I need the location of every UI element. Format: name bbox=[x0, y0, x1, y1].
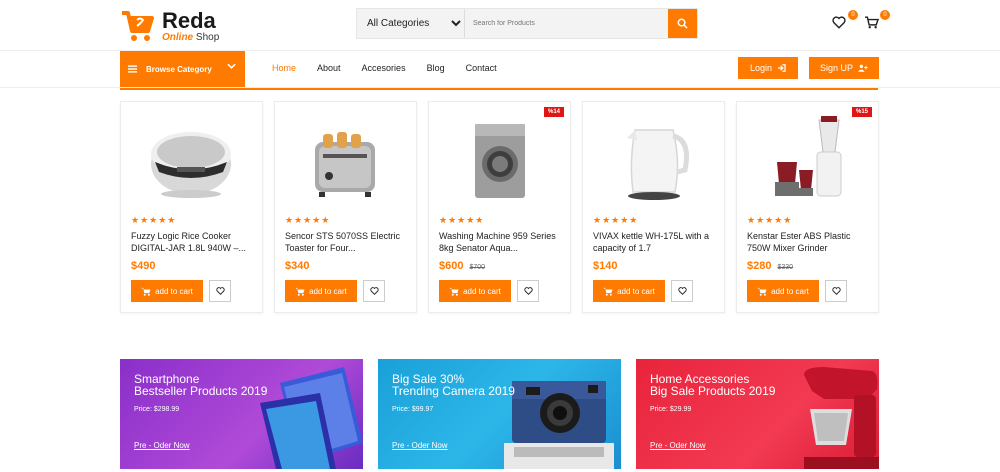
nav-link-blog[interactable]: Blog bbox=[427, 63, 445, 73]
product-name[interactable]: Washing Machine 959 Series 8kg Senator A… bbox=[439, 230, 564, 254]
banner-order-link[interactable]: Pre - Oder Now bbox=[650, 441, 706, 450]
add-to-cart-button[interactable]: add to cart bbox=[747, 280, 819, 302]
product-card[interactable]: ★★★★★ VIVAX kettle WH-175L with a capaci… bbox=[582, 101, 725, 313]
cart-logo-icon bbox=[120, 9, 156, 43]
product-name[interactable]: Fuzzy Logic Rice Cooker DIGITAL-JAR 1.8L… bbox=[131, 230, 256, 254]
banner-order-link[interactable]: Pre - Oder Now bbox=[392, 441, 448, 450]
product-card[interactable]: %15 ★★★★★ Kenstar Ester ABS Plastic 750W… bbox=[736, 101, 879, 313]
product-image bbox=[475, 124, 525, 198]
browse-category-label: Browse Category bbox=[146, 64, 212, 74]
add-to-cart-button[interactable]: add to cart bbox=[593, 280, 665, 302]
cart-icon bbox=[141, 287, 151, 296]
cart-icon bbox=[449, 287, 459, 296]
rating-stars: ★★★★★ bbox=[131, 215, 177, 225]
banner-price: Price: $298.99 bbox=[134, 406, 180, 413]
product-card[interactable]: ★★★★★ Sencor STS 5070SS Electric Toaster… bbox=[274, 101, 417, 313]
product-image bbox=[151, 132, 231, 198]
add-user-icon bbox=[858, 64, 868, 72]
add-to-cart-label: add to cart bbox=[309, 286, 347, 296]
wishlist-add-button[interactable] bbox=[517, 280, 539, 302]
signup-label: Sign UP bbox=[819, 63, 854, 73]
rating-stars: ★★★★★ bbox=[593, 215, 639, 225]
product-card[interactable]: ★★★★★ Fuzzy Logic Rice Cooker DIGITAL-JA… bbox=[120, 101, 263, 313]
product-name[interactable]: Kenstar Ester ABS Plastic 750W Mixer Gri… bbox=[747, 230, 872, 254]
search-icon bbox=[677, 18, 688, 29]
banner-title: Big Sale 30% Trending Camera 2019 bbox=[392, 372, 515, 398]
nav-link-home[interactable]: Home bbox=[272, 63, 296, 73]
heart-icon bbox=[677, 287, 687, 295]
banner-price: Price: $99.97 bbox=[392, 406, 434, 413]
wishlist-count-badge: 0 bbox=[848, 10, 858, 20]
product-image bbox=[775, 116, 842, 197]
wishlist-button[interactable]: 0 bbox=[832, 10, 858, 32]
cart-icon bbox=[757, 287, 767, 296]
main-menu: Home About Accesories Blog Contact bbox=[272, 63, 518, 73]
promo-banner-home-accessories[interactable]: Home Accessories Big Sale Products 2019 P… bbox=[636, 359, 879, 469]
add-to-cart-label: add to cart bbox=[771, 286, 809, 296]
wishlist-add-button[interactable] bbox=[209, 280, 231, 302]
rating-stars: ★★★★★ bbox=[285, 215, 331, 225]
category-select[interactable]: All Categories bbox=[357, 9, 465, 38]
nav-link-about[interactable]: About bbox=[317, 63, 341, 73]
add-to-cart-button[interactable]: add to cart bbox=[439, 280, 511, 302]
heart-icon bbox=[369, 287, 379, 295]
browse-category-button[interactable]: Browse Category bbox=[120, 51, 245, 87]
product-price: $490 bbox=[131, 260, 156, 272]
product-price: $600 $700 bbox=[439, 260, 486, 272]
cart-icon bbox=[603, 287, 613, 296]
banner-title: Smartphone Bestseller Products 2019 bbox=[134, 372, 268, 398]
search-bar: All Categories bbox=[356, 8, 698, 39]
wishlist-add-button[interactable] bbox=[363, 280, 385, 302]
promo-banner-camera[interactable]: Big Sale 30% Trending Camera 2019 Price: … bbox=[378, 359, 621, 469]
heart-icon bbox=[832, 16, 846, 29]
banner-order-link[interactable]: Pre - Oder Now bbox=[134, 441, 190, 450]
product-price: $280 $330 bbox=[747, 260, 794, 272]
cart-button[interactable]: 0 bbox=[864, 10, 890, 32]
add-to-cart-label: add to cart bbox=[463, 286, 501, 296]
nav-divider bbox=[120, 88, 878, 90]
product-image bbox=[315, 132, 375, 197]
search-button[interactable] bbox=[668, 9, 697, 38]
brand-name: Reda bbox=[162, 7, 216, 33]
product-image bbox=[627, 129, 689, 200]
cart-count-badge: 0 bbox=[880, 10, 890, 20]
wishlist-add-button[interactable] bbox=[671, 280, 693, 302]
nav-link-contact[interactable]: Contact bbox=[466, 63, 497, 73]
old-price: $330 bbox=[777, 264, 794, 271]
cart-icon bbox=[295, 287, 305, 296]
signup-button[interactable]: Sign UP bbox=[809, 57, 879, 79]
cart-icon bbox=[865, 16, 879, 29]
product-price: $140 bbox=[593, 260, 618, 272]
heart-icon bbox=[831, 287, 841, 295]
login-icon bbox=[777, 64, 786, 72]
product-price: $340 bbox=[285, 260, 310, 272]
product-card[interactable]: %14 ★★★★★ Washing Machine 959 Series 8kg… bbox=[428, 101, 571, 313]
add-to-cart-label: add to cart bbox=[617, 286, 655, 296]
search-input[interactable] bbox=[465, 9, 668, 38]
old-price: $700 bbox=[469, 264, 486, 271]
promo-banner-smartphone[interactable]: Smartphone Bestseller Products 2019 Price… bbox=[120, 359, 363, 469]
add-to-cart-label: add to cart bbox=[155, 286, 193, 296]
login-button[interactable]: Login bbox=[738, 57, 798, 79]
stand-mixer-image bbox=[804, 367, 879, 469]
brand-logo[interactable]: Reda Online Shop bbox=[120, 6, 230, 46]
rating-stars: ★★★★★ bbox=[439, 215, 485, 225]
add-to-cart-button[interactable]: add to cart bbox=[131, 280, 203, 302]
nav-link-accesories[interactable]: Accesories bbox=[362, 63, 406, 73]
product-name[interactable]: Sencor STS 5070SS Electric Toaster for F… bbox=[285, 230, 410, 254]
camera-image bbox=[504, 381, 614, 469]
add-to-cart-button[interactable]: add to cart bbox=[285, 280, 357, 302]
chevron-down-icon bbox=[227, 63, 236, 69]
heart-icon bbox=[215, 287, 225, 295]
heart-icon bbox=[523, 287, 533, 295]
top-header: Reda Online Shop All Categories 0 0 bbox=[0, 0, 1000, 50]
menu-icon bbox=[128, 65, 137, 73]
banner-title: Home Accessories Big Sale Products 2019 bbox=[650, 372, 776, 398]
product-name[interactable]: VIVAX kettle WH-175L with a capacity of … bbox=[593, 230, 718, 254]
banner-price: Price: $29.99 bbox=[650, 406, 692, 413]
brand-subtitle: Online Shop bbox=[162, 31, 220, 43]
wishlist-add-button[interactable] bbox=[825, 280, 847, 302]
rating-stars: ★★★★★ bbox=[747, 215, 793, 225]
login-label: Login bbox=[749, 63, 773, 73]
